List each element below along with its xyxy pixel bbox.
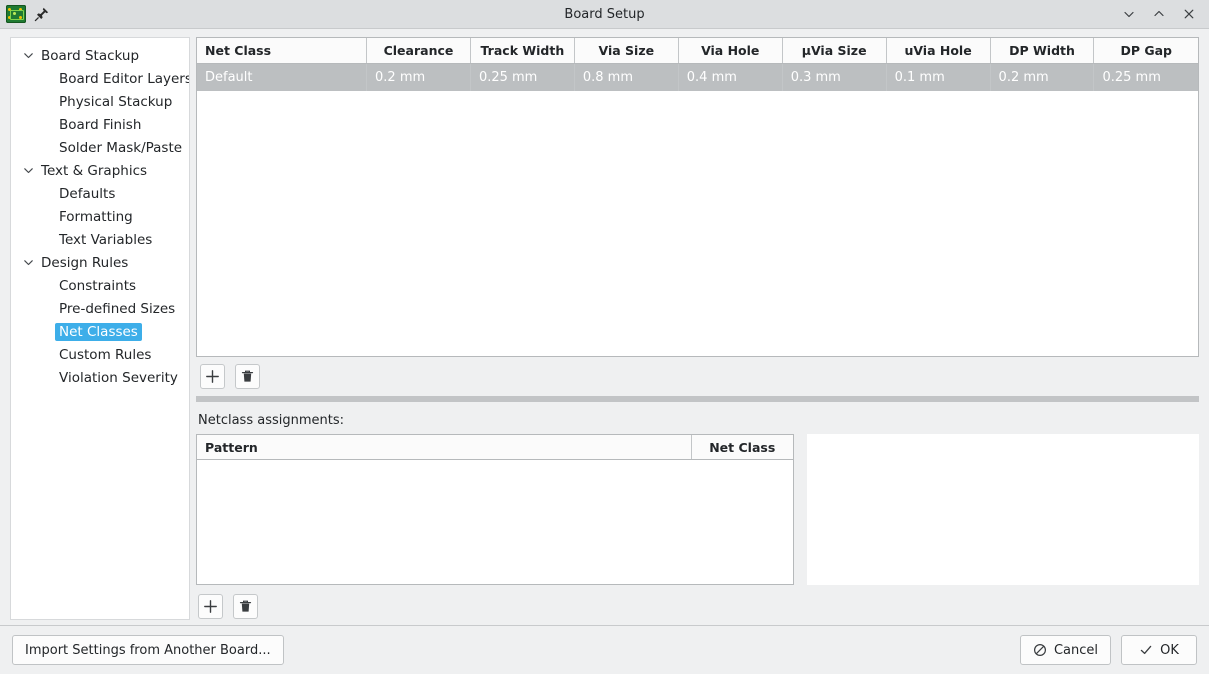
table-row[interactable]: Default 0.2 mm 0.25 mm 0.8 mm 0.4 mm 0.3 mm 0.…: [197, 63, 1198, 91]
check-icon: [1139, 643, 1153, 657]
import-settings-button[interactable]: Import Settings from Another Board...: [12, 635, 284, 665]
sidebar-item-label: Net Classes: [55, 322, 142, 341]
sidebar-item-label: Defaults: [59, 185, 116, 202]
sidebar-item-defaults[interactable]: Defaults: [11, 182, 189, 205]
sidebar-item-formatting[interactable]: Formatting: [11, 205, 189, 228]
no-entry-icon: [1033, 643, 1047, 657]
close-button[interactable]: [1181, 6, 1197, 22]
assignments-toolbar: [196, 585, 1199, 625]
title-bar-left-icons: [6, 5, 50, 23]
table-cell[interactable]: 0.1 mm: [886, 63, 991, 91]
chevron-down-icon[interactable]: [19, 49, 37, 62]
window-title: Board Setup: [564, 6, 645, 22]
cancel-button-label: Cancel: [1053, 642, 1098, 658]
minimize-button[interactable]: [1121, 6, 1137, 22]
sidebar-item-label: Physical Stackup: [59, 93, 173, 110]
table-cell[interactable]: 0.2 mm: [990, 63, 1095, 91]
sidebar-item-board-editor-layers[interactable]: Board Editor Layers: [11, 67, 189, 90]
table-cell[interactable]: 0.4 mm: [678, 63, 783, 91]
netclass-table-header[interactable]: Net Class Clearance Track Width Via Size Via…: [197, 38, 1198, 64]
column-header[interactable]: Via Hole: [678, 38, 783, 64]
footer-actions: Cancel OK: [1019, 635, 1197, 665]
column-header[interactable]: DP Gap: [1093, 38, 1198, 64]
sidebar-item-label: Solder Mask/Paste: [59, 139, 183, 156]
sidebar-item-label: Violation Severity: [59, 369, 178, 386]
sidebar-item-label: Text Variables: [59, 231, 153, 248]
delete-netclass-button[interactable]: [235, 363, 260, 389]
chevron-down-icon[interactable]: [19, 164, 37, 177]
column-header[interactable]: DP Width: [990, 38, 1095, 64]
column-header[interactable]: Pattern: [197, 434, 692, 461]
ok-button[interactable]: OK: [1121, 635, 1197, 665]
assignments-area: Pattern Net Class: [196, 433, 1199, 585]
dialog-footer: Import Settings from Another Board... Ca…: [0, 626, 1209, 674]
sidebar-item-label: Constraints: [59, 277, 137, 294]
column-header[interactable]: Track Width: [470, 38, 575, 64]
column-header[interactable]: uVia Hole: [886, 38, 991, 64]
window-controls: [1121, 6, 1203, 22]
title-bar: Board Setup: [0, 0, 1209, 29]
sidebar-item-label: Board Finish: [59, 116, 142, 133]
netclass-toolbar: [196, 357, 1199, 395]
sidebar-item-label: Design Rules: [41, 254, 129, 271]
sidebar-item-label: Pre-defined Sizes: [59, 300, 176, 317]
sidebar-item-text-variables[interactable]: Text Variables: [11, 228, 189, 251]
sidebar-item-board-stackup[interactable]: Board Stackup: [11, 44, 189, 67]
table-cell[interactable]: Default: [197, 63, 368, 91]
sidebar-item-label: Board Stackup: [41, 47, 140, 64]
add-assignment-button[interactable]: [198, 594, 223, 619]
sidebar-item-label: Custom Rules: [59, 346, 152, 363]
ok-button-label: OK: [1160, 642, 1179, 658]
netclass-assignments-label: Netclass assignments:: [198, 412, 344, 428]
sidebar-item-solder-mask-paste[interactable]: Solder Mask/Paste: [11, 136, 189, 159]
column-header[interactable]: µVia Size: [782, 38, 887, 64]
column-header[interactable]: Clearance: [366, 38, 471, 64]
sidebar-item-design-rules[interactable]: Design Rules: [11, 251, 189, 274]
sidebar-item-board-finish[interactable]: Board Finish: [11, 113, 189, 136]
sidebar-item-net-classes[interactable]: Net Classes: [11, 320, 189, 343]
column-header[interactable]: Net Class: [691, 434, 793, 461]
assignments-table[interactable]: Pattern Net Class: [196, 433, 794, 585]
sidebar-item-label: Board Editor Layers: [59, 70, 190, 87]
add-netclass-button[interactable]: [200, 363, 225, 389]
board-setup-dialog: Board Setup Board Stackup Board Editor La…: [0, 0, 1209, 674]
table-cell[interactable]: 0.2 mm: [366, 63, 471, 91]
column-header[interactable]: Net Class: [197, 38, 368, 64]
maximize-button[interactable]: [1151, 6, 1167, 22]
pushpin-icon[interactable]: [34, 6, 50, 22]
kicad-pcb-icon: [6, 5, 26, 23]
table-cell[interactable]: 0.25 mm: [470, 63, 575, 91]
column-header[interactable]: Via Size: [574, 38, 679, 64]
assignments-preview-panel[interactable]: [807, 433, 1199, 585]
settings-tree[interactable]: Board Stackup Board Editor Layers Physical…: [10, 37, 190, 620]
sidebar-item-constraints[interactable]: Constraints: [11, 274, 189, 297]
sidebar-item-label: Formatting: [59, 208, 133, 225]
assignments-table-header[interactable]: Pattern Net Class: [197, 434, 793, 461]
sidebar-item-custom-rules[interactable]: Custom Rules: [11, 343, 189, 366]
netclass-table[interactable]: Net Class Clearance Track Width Via Size Via…: [196, 37, 1199, 357]
sidebar-item-pre-defined-sizes[interactable]: Pre-defined Sizes: [11, 297, 189, 320]
dialog-body: Board Stackup Board Editor Layers Physical…: [0, 29, 1209, 625]
table-cell[interactable]: 0.8 mm: [574, 63, 679, 91]
delete-assignment-button[interactable]: [233, 594, 258, 619]
sidebar-item-violation-severity[interactable]: Violation Severity: [11, 366, 189, 389]
table-cell[interactable]: 0.3 mm: [782, 63, 887, 91]
table-cell[interactable]: 0.25 mm: [1093, 63, 1198, 91]
sidebar-item-label: Text & Graphics: [41, 162, 148, 179]
sidebar-item-physical-stackup[interactable]: Physical Stackup: [11, 90, 189, 113]
cancel-button[interactable]: Cancel: [1019, 635, 1111, 665]
chevron-down-icon[interactable]: [19, 256, 37, 269]
netclasses-panel: Net Class Clearance Track Width Via Size Via…: [196, 37, 1199, 625]
sidebar-item-text-graphics[interactable]: Text & Graphics: [11, 159, 189, 182]
